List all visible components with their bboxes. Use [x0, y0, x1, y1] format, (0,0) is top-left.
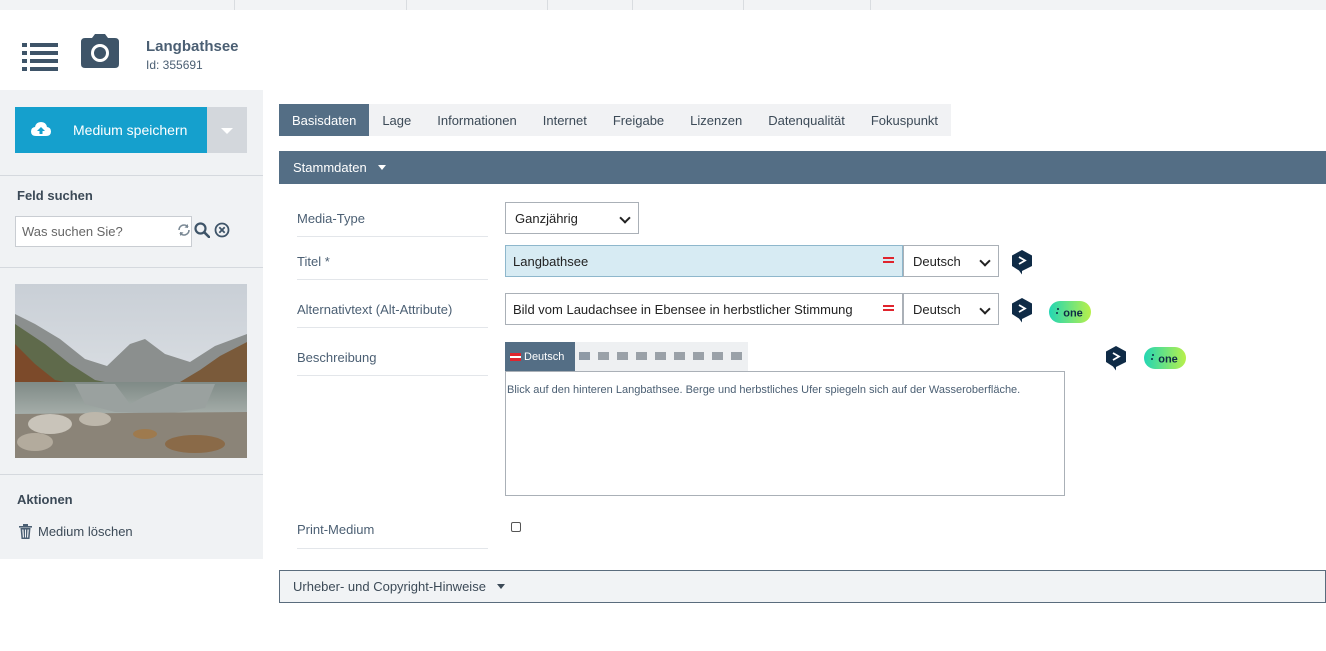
- sidebar-divider: [0, 267, 263, 268]
- description-language-tabs: Deutsch: [505, 342, 748, 371]
- title-label: Titel *: [297, 254, 330, 269]
- polish-flag-icon[interactable]: [712, 352, 723, 360]
- slovak-flag-icon[interactable]: [674, 352, 685, 360]
- sidebar: Medium speichern Feld suchen Was suchen …: [0, 90, 263, 559]
- page-title: Langbathsee: [146, 38, 239, 55]
- toolbar-separator: [870, 0, 871, 10]
- section-title: Stammdaten: [293, 160, 367, 175]
- list-view-icon[interactable]: [22, 42, 58, 72]
- field-search-input[interactable]: [15, 216, 192, 247]
- uk-flag-icon[interactable]: [579, 352, 590, 360]
- austrian-flag-icon: [883, 305, 894, 313]
- trash-icon: [19, 523, 32, 539]
- alt-text-label: Alternativtext (Alt-Attribute): [297, 302, 453, 317]
- alt-text-input[interactable]: Bild vom Laudachsee in Ebensee in herbst…: [505, 293, 903, 325]
- save-button-label: Medium speichern: [73, 122, 188, 138]
- top-toolbar-strip: [0, 0, 1326, 10]
- chevron-down-icon: [979, 303, 991, 315]
- title-input[interactable]: Langbathsee: [505, 245, 903, 277]
- tab-bar: Basisdaten Lage Informationen Internet F…: [279, 104, 952, 136]
- media-thumbnail[interactable]: [15, 284, 247, 458]
- description-textarea[interactable]: Blick auf den hinteren Langbathsee. Berg…: [505, 371, 1065, 496]
- sidebar-divider: [0, 474, 263, 475]
- tab-lage[interactable]: Lage: [369, 104, 424, 136]
- deepl-translate-icon[interactable]: [1105, 345, 1127, 371]
- actions-heading: Aktionen: [17, 492, 73, 507]
- one-badge-text: one: [1063, 308, 1083, 320]
- deepl-translate-icon[interactable]: [1011, 297, 1033, 323]
- one-badge-text: one: [1158, 354, 1178, 366]
- record-id: Id: 355691: [146, 58, 203, 72]
- hungarian-flag-icon[interactable]: [693, 352, 704, 360]
- italian-flag-icon[interactable]: [598, 352, 609, 360]
- section-title: Urheber- und Copyright-Hinweise: [293, 579, 486, 594]
- dutch-flag-icon[interactable]: [636, 352, 647, 360]
- field-divider: [297, 375, 488, 376]
- section-copyright-header[interactable]: Urheber- und Copyright-Hinweise: [279, 570, 1326, 603]
- caret-down-icon: [496, 584, 505, 589]
- description-text: Blick auf den hinteren Langbathsee. Berg…: [507, 384, 1021, 396]
- camera-icon: [81, 34, 119, 68]
- toolbar-separator: [547, 0, 548, 10]
- tab-informationen[interactable]: Informationen: [424, 104, 530, 136]
- russian-flag-icon[interactable]: [731, 352, 742, 360]
- toolbar-separator: [406, 0, 407, 10]
- sidebar-divider: [0, 175, 263, 176]
- save-options-dropdown[interactable]: [207, 107, 247, 153]
- chevron-down-icon: [619, 212, 631, 224]
- toolbar-separator: [743, 0, 744, 10]
- section-stammdaten-header[interactable]: Stammdaten: [279, 151, 1326, 184]
- deepl-translate-icon[interactable]: [1011, 249, 1033, 275]
- save-medium-button[interactable]: Medium speichern: [15, 107, 207, 153]
- austrian-flag-icon: [883, 257, 894, 265]
- field-divider: [297, 236, 488, 237]
- delete-medium-label: Medium löschen: [38, 523, 133, 539]
- tab-freigabe[interactable]: Freigabe: [600, 104, 677, 136]
- desc-tab-label: Deutsch: [524, 350, 565, 363]
- czech-flag-icon[interactable]: [655, 352, 666, 360]
- french-flag-icon[interactable]: [617, 352, 628, 360]
- description-label: Beschreibung: [297, 350, 377, 365]
- search-heading: Feld suchen: [17, 188, 93, 203]
- field-divider: [297, 548, 488, 549]
- title-value: Langbathsee: [513, 253, 589, 269]
- austrian-flag-icon: [510, 352, 521, 361]
- toolbar-separator: [234, 0, 235, 10]
- clear-search-icon[interactable]: [214, 222, 230, 238]
- title-language-select[interactable]: Deutsch: [903, 245, 999, 277]
- caret-down-icon: [221, 128, 233, 134]
- field-divider: [297, 279, 488, 280]
- tab-internet[interactable]: Internet: [530, 104, 600, 136]
- title-language-value: Deutsch: [913, 253, 961, 269]
- alt-text-value: Bild vom Laudachsee in Ebensee in herbst…: [513, 301, 853, 317]
- media-type-select[interactable]: Ganzjährig: [505, 202, 639, 234]
- field-divider: [297, 327, 488, 328]
- tab-fokuspunkt[interactable]: Fokuspunkt: [858, 104, 951, 136]
- search-icon[interactable]: [194, 222, 210, 238]
- tab-lizenzen[interactable]: Lizenzen: [677, 104, 755, 136]
- toolbar-separator: [632, 0, 633, 10]
- ai-one-badge-icon[interactable]: one: [1144, 347, 1186, 369]
- chevron-down-icon: [979, 255, 991, 267]
- tab-basisdaten[interactable]: Basisdaten: [279, 104, 370, 136]
- delete-medium-link[interactable]: Medium löschen: [19, 522, 133, 540]
- media-type-label: Media-Type: [297, 211, 365, 226]
- alt-text-language-value: Deutsch: [913, 301, 961, 317]
- desc-tab-deutsch[interactable]: Deutsch: [505, 342, 575, 371]
- cloud-upload-icon: [31, 122, 51, 136]
- media-type-value: Ganzjährig: [515, 210, 578, 226]
- tab-datenqualitaet[interactable]: Datenqualität: [755, 104, 858, 136]
- print-medium-label: Print-Medium: [297, 522, 375, 537]
- print-medium-checkbox[interactable]: [511, 522, 521, 532]
- caret-down-icon: [377, 165, 386, 170]
- alt-text-language-select[interactable]: Deutsch: [903, 293, 999, 325]
- ai-one-badge-icon[interactable]: one: [1049, 301, 1091, 323]
- refresh-icon[interactable]: [176, 222, 192, 238]
